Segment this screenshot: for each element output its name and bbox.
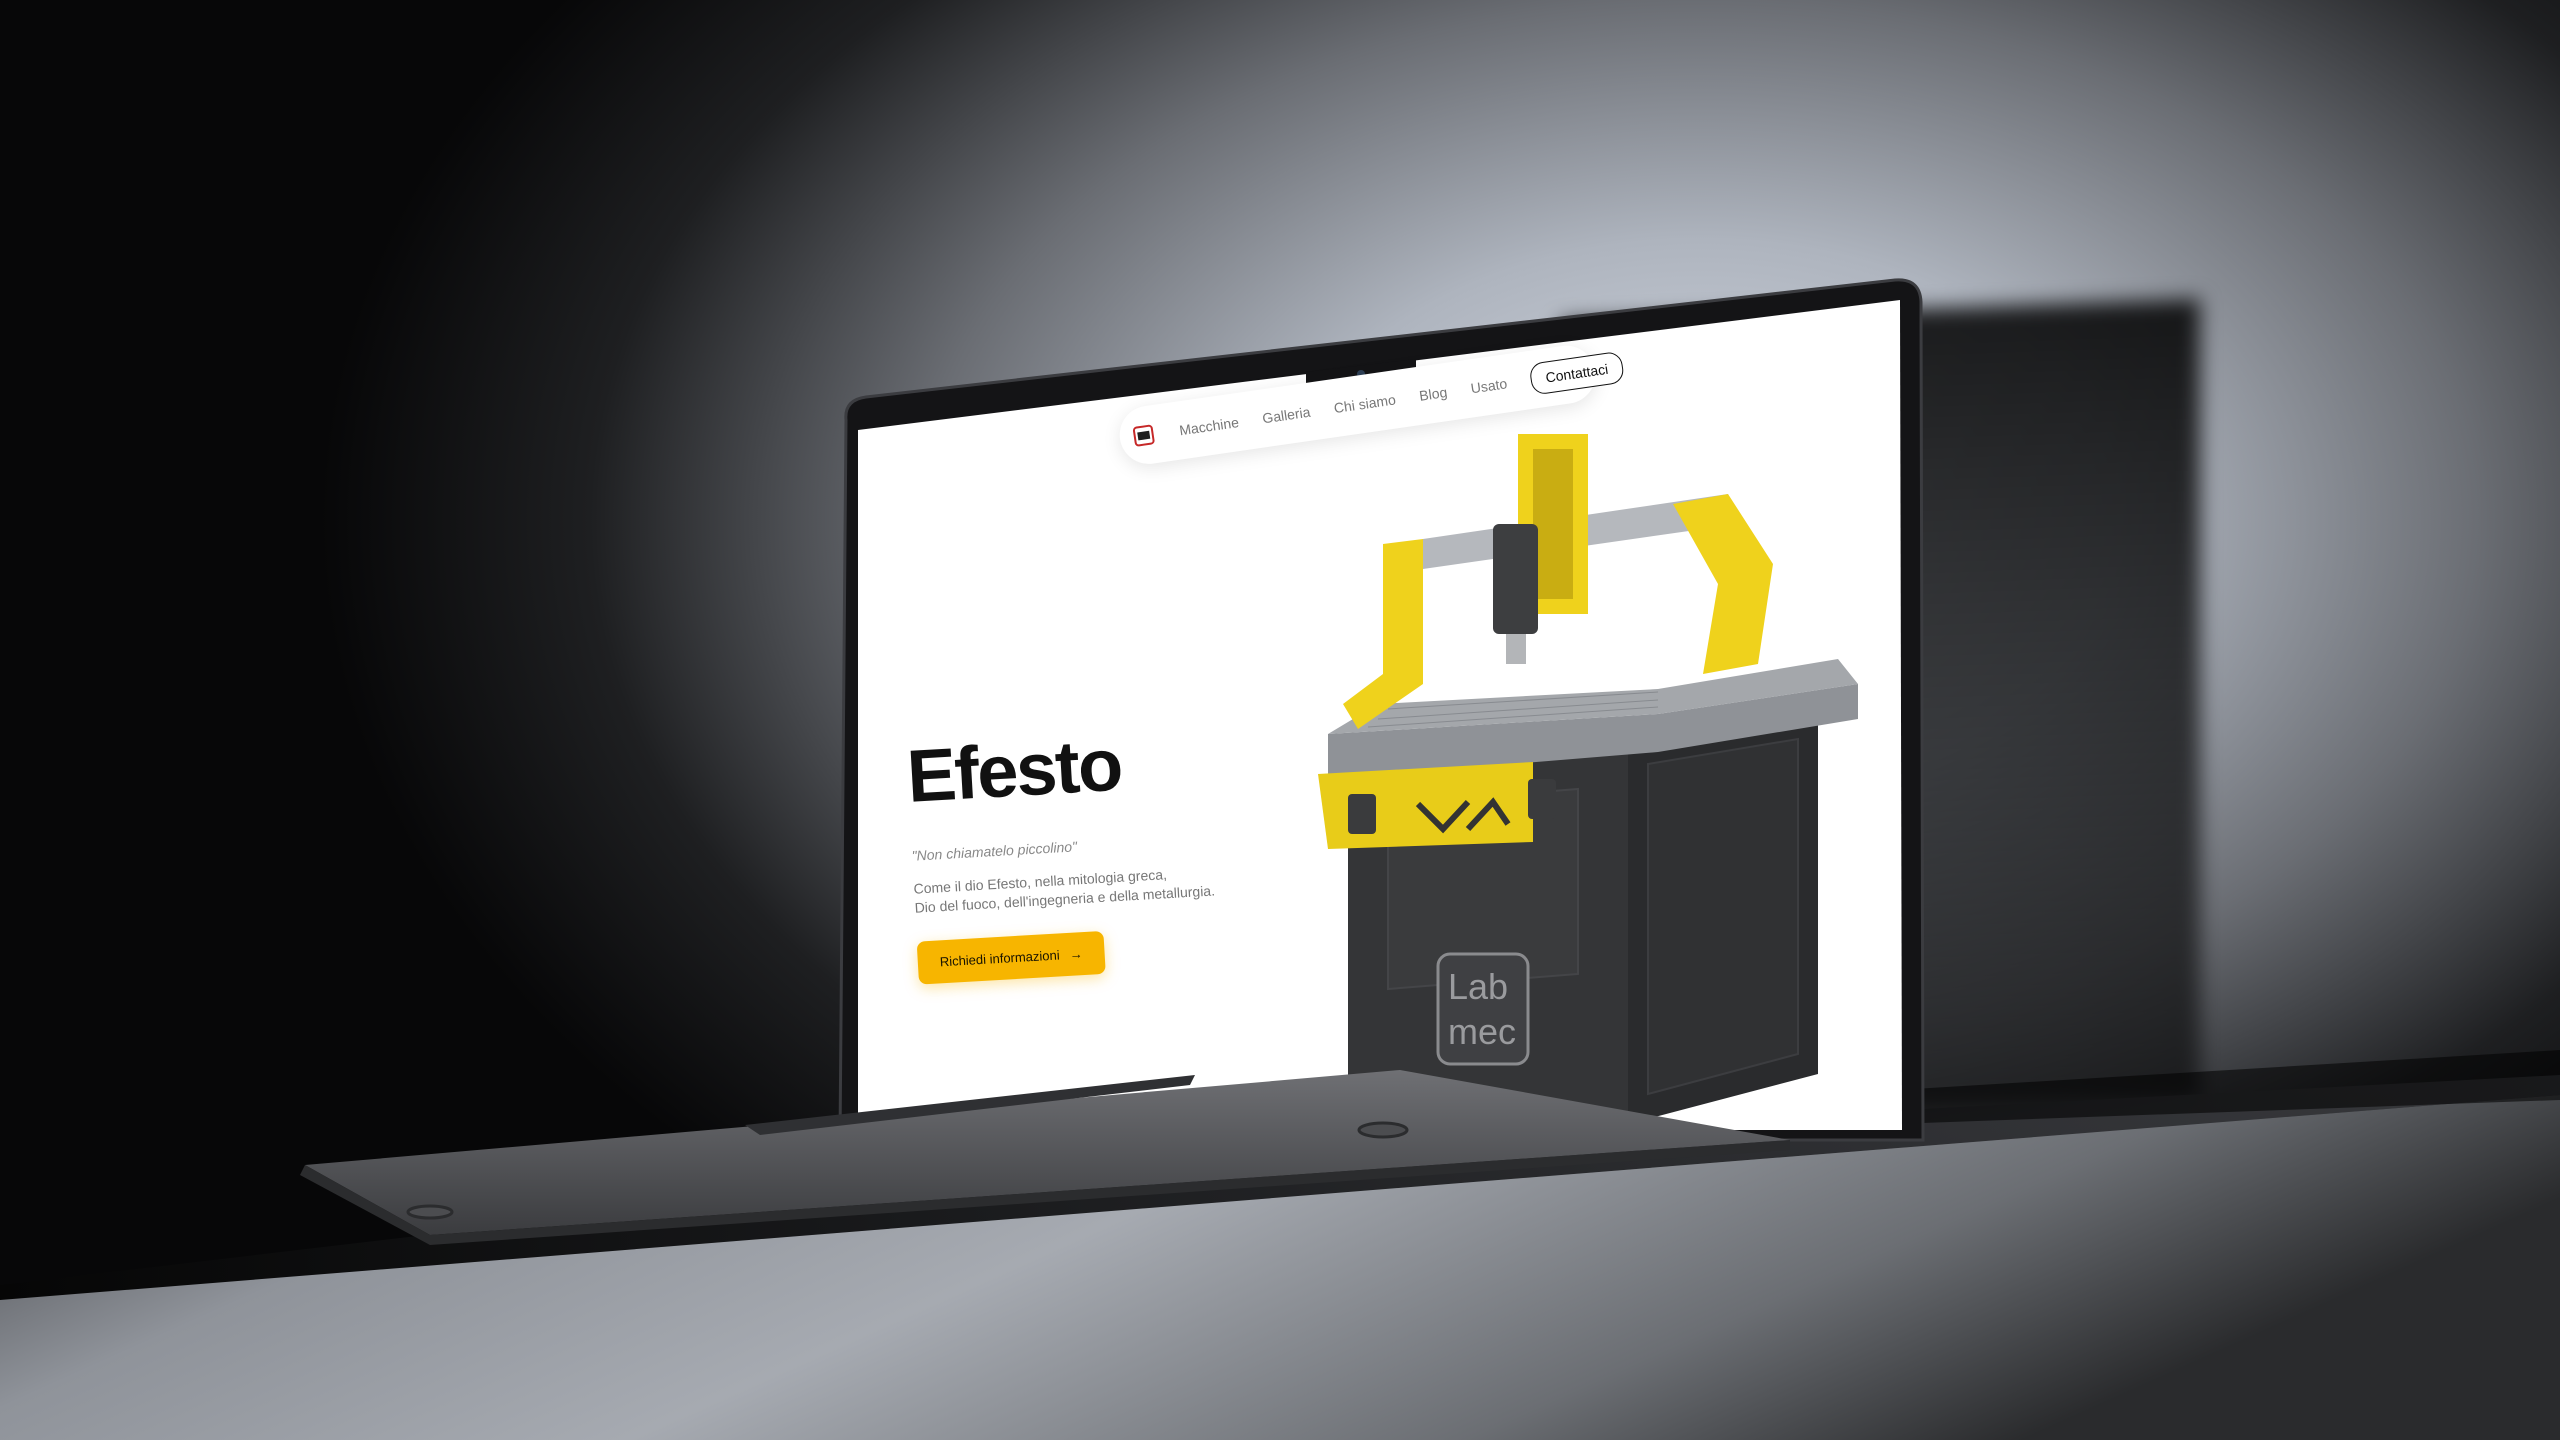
machine-badge-line-2: mec (1448, 1011, 1516, 1052)
hero-title: Efesto (904, 722, 1124, 818)
hero-description: Come il dio Efesto, nella mitologia grec… (913, 860, 1255, 917)
request-info-label: Richiedi informazioni (939, 947, 1061, 970)
cnc-machine-image: Lab mec (1318, 434, 1858, 1134)
hero-quote: "Non chiamatelo piccolino" (911, 838, 1078, 864)
nav-item-blog[interactable]: Blog (1418, 384, 1448, 404)
nav-item-macchine[interactable]: Macchine (1178, 414, 1240, 438)
arrow-right-icon: → (1069, 945, 1083, 962)
labmec-logo-icon[interactable] (1130, 421, 1157, 450)
nav-item-usato[interactable]: Usato (1470, 375, 1508, 396)
nav-item-galleria[interactable]: Galleria (1261, 404, 1311, 427)
scene-background: Macchine Galleria Chi siamo Blog Usato C… (0, 0, 2560, 1440)
machine-badge-line-1: Lab (1448, 966, 1508, 1007)
hero-section: Efesto "Non chiamatelo piccolino" Come i… (904, 718, 1298, 985)
nav-item-chi-siamo[interactable]: Chi siamo (1333, 391, 1397, 416)
